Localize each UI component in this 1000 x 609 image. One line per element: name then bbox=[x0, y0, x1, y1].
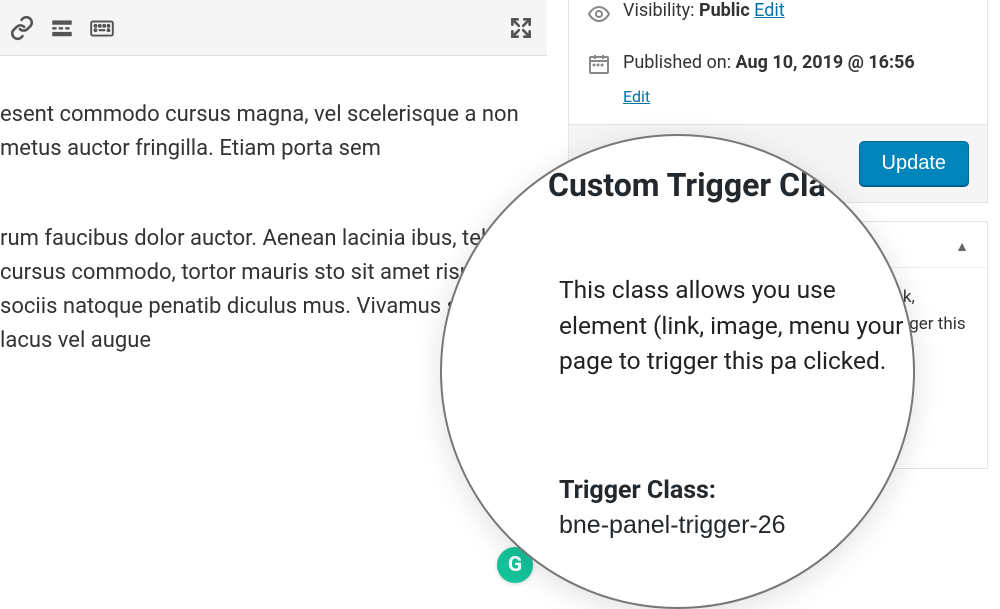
link-icon[interactable] bbox=[2, 8, 42, 48]
fullscreen-icon[interactable] bbox=[501, 8, 541, 48]
chevron-up-icon[interactable]: ▲ bbox=[955, 238, 969, 255]
visibility-row: Visibility: Public Edit bbox=[569, 0, 987, 50]
lens-title: Custom Trigger Cla bbox=[548, 166, 826, 204]
eye-icon bbox=[587, 2, 611, 26]
magnifier-lens: Custom Trigger Cla This class allows you… bbox=[440, 134, 915, 609]
visibility-label: Visibility: bbox=[623, 0, 695, 21]
lens-trigger-label: Trigger Class: bbox=[559, 476, 716, 505]
published-value: Aug 10, 2019 @ 16:56 bbox=[736, 52, 915, 73]
visibility-value: Public bbox=[699, 0, 750, 21]
published-row: Published on: Aug 10, 2019 @ 16:56 bbox=[569, 50, 987, 85]
published-label: Published on: bbox=[623, 52, 731, 73]
editor-toolbar bbox=[0, 0, 547, 56]
published-edit-link[interactable]: Edit bbox=[623, 87, 650, 106]
read-more-icon[interactable] bbox=[42, 8, 82, 48]
keyboard-icon[interactable] bbox=[82, 8, 122, 48]
calendar-icon bbox=[587, 52, 611, 76]
lens-trigger-class: bne-panel-trigger-26 bbox=[559, 511, 786, 540]
visibility-edit-link[interactable]: Edit bbox=[754, 0, 784, 21]
lens-description: This class allows you use element (link,… bbox=[559, 272, 915, 379]
